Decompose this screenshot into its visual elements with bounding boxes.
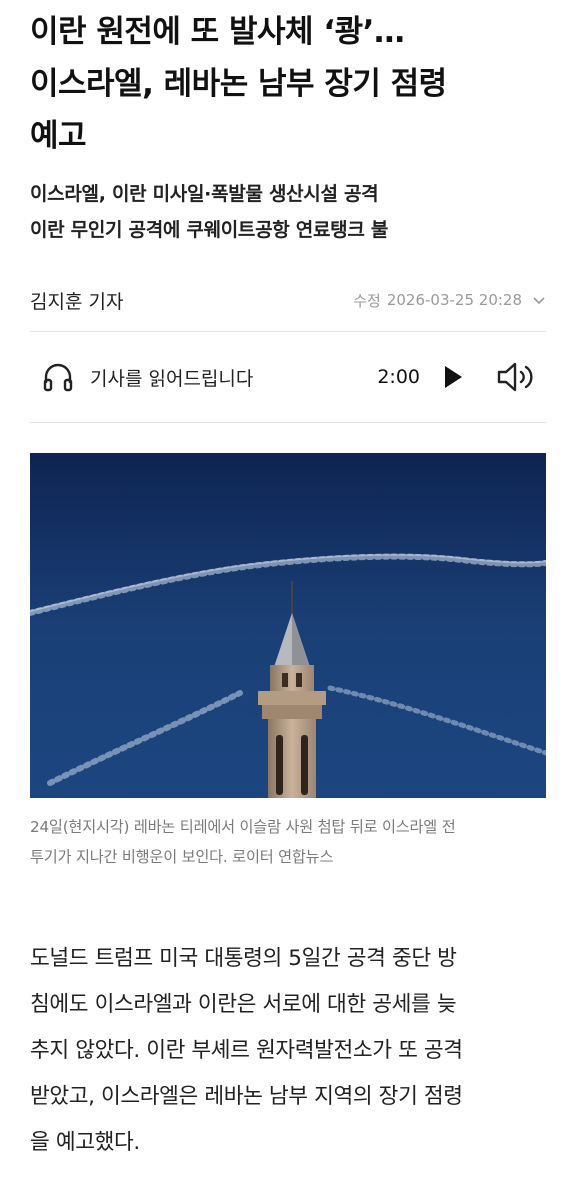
body-line: 받았고, 이스라엘은 레바논 남부 지역의 장기 점령: [30, 1084, 463, 1109]
photo-caption: 24일(현지시각) 레바논 티레에서 이슬람 사원 첨탑 뒤로 이스라엘 전 투…: [30, 812, 550, 872]
caption-line: 24일(현지시각) 레바논 티레에서 이슬람 사원 첨탑 뒤로 이스라엘 전: [30, 818, 456, 836]
article-headline: 이란 원전에 또 발사체 ‘쾅’… 이스라엘, 레바논 남부 장기 점령 예고: [30, 6, 550, 162]
headline-line: 이스라엘, 레바논 남부 장기 점령: [30, 66, 447, 102]
modified-datetime: 2026-03-25 20:28: [386, 291, 522, 309]
caption-line: 투기가 지나간 비행운이 보인다. 로이터 연합뉴스: [30, 848, 334, 866]
minaret-photo-image: [30, 453, 546, 798]
tts-label: 기사를 읽어드립니다: [90, 367, 254, 390]
body-line: 도널드 트럼프 미국 대통령의 5일간 공격 중단 방: [30, 946, 457, 971]
reporter-name[interactable]: 김지훈 기자: [30, 287, 123, 314]
headline-line: 예고: [30, 118, 87, 154]
body-line: 추지 않았다. 이란 부셰르 원자력발전소가 또 공격: [30, 1038, 463, 1063]
volume-icon[interactable]: [496, 360, 536, 394]
headline-line: 이란 원전에 또 발사체 ‘쾅’…: [30, 14, 405, 50]
modified-date-toggle[interactable]: 수정 2026-03-25 20:28: [353, 290, 546, 311]
tts-duration: 2:00: [377, 366, 420, 388]
byline: 김지훈 기자 수정 2026-03-25 20:28: [30, 280, 546, 320]
body-line: 침에도 이스라엘과 이란은 서로에 대한 공세를 늦: [30, 992, 457, 1017]
tts-player: 기사를 읽어드립니다 2:00: [30, 332, 546, 422]
divider: [30, 422, 546, 423]
article-body: 도널드 트럼프 미국 대통령의 5일간 공격 중단 방 침에도 이스라엘과 이란…: [30, 936, 550, 1166]
body-line: 을 예고했다.: [30, 1130, 140, 1155]
chevron-down-icon: [533, 297, 545, 305]
play-icon[interactable]: [438, 363, 466, 391]
subhead-line: 이스라엘, 이란 미사일·폭발물 생산시설 공격: [30, 183, 379, 205]
headphones-icon: [43, 363, 73, 392]
article-subheadline: 이스라엘, 이란 미사일·폭발물 생산시설 공격 이란 무인기 공격에 쿠웨이트…: [30, 176, 550, 248]
modified-label: 수정: [353, 291, 381, 310]
article-photo[interactable]: [30, 453, 546, 798]
subhead-line: 이란 무인기 공격에 쿠웨이트공항 연료탱크 불: [30, 219, 388, 241]
